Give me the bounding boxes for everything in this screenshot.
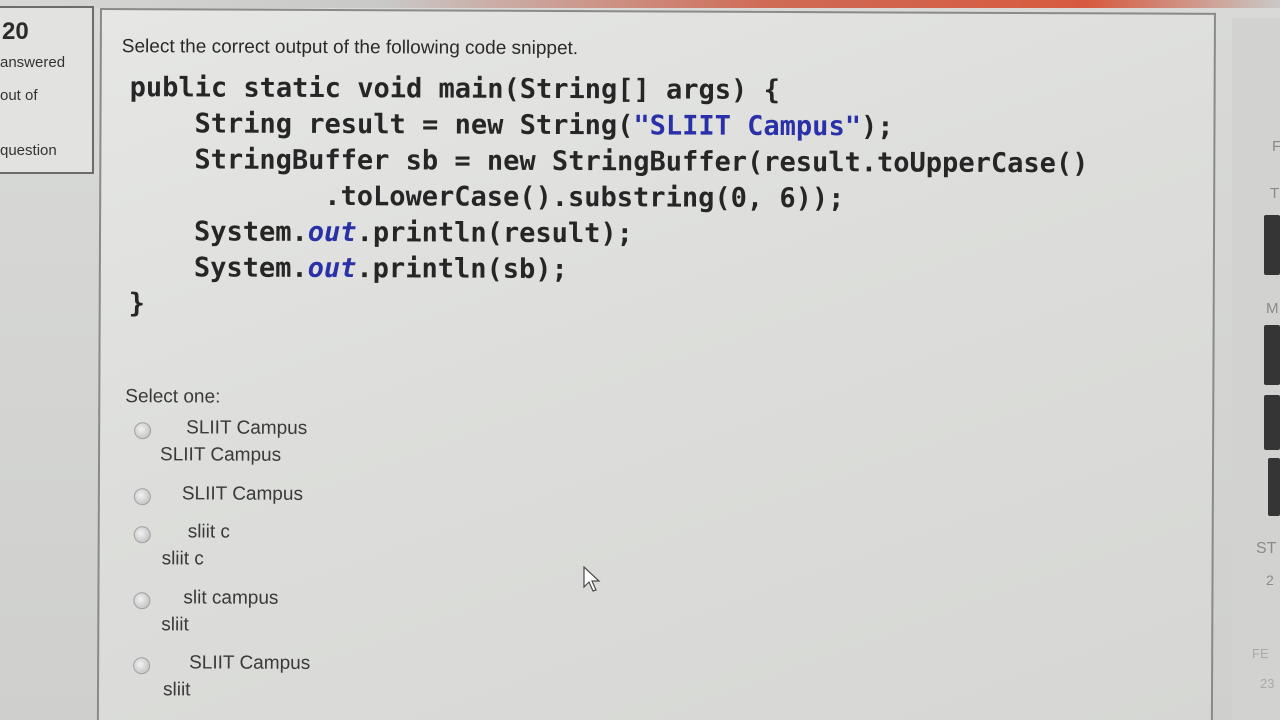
status-answered: answered: [0, 54, 66, 71]
code-line-3: StringBuffer sb = new StringBuffer(resul…: [129, 144, 1089, 180]
option-4-line-1: slit campus: [183, 587, 279, 609]
radio-unselected-icon[interactable]: [133, 488, 151, 506]
code-snippet: public static void main(String[] args) {…: [129, 70, 1089, 326]
code-line-6: System.out.println(sb);: [128, 252, 568, 286]
code-line-7: }: [128, 288, 146, 320]
right-fragment-6: 2: [1266, 572, 1274, 588]
radio-unselected-icon[interactable]: [133, 526, 151, 544]
code-line-4: .toLowerCase().substring(0, 6));: [129, 180, 845, 215]
option-3-line-1: sliit c: [187, 521, 230, 543]
right-nav-block-4[interactable]: [1268, 458, 1280, 516]
radio-unselected-icon[interactable]: [133, 657, 151, 675]
option-2-line-1: SLIIT Campus: [181, 483, 304, 505]
right-nav-block-3[interactable]: [1264, 395, 1280, 450]
right-fragment-1: F: [1272, 138, 1280, 155]
right-fragment-7: FE: [1252, 646, 1269, 661]
radio-unselected-icon[interactable]: [134, 422, 152, 440]
option-3-line-2: sliit c: [161, 548, 204, 570]
question-number: 20: [2, 18, 29, 45]
flag-question[interactable]: question: [0, 142, 57, 159]
select-one-label: Select one:: [125, 386, 221, 408]
question-info-panel: 20 answered out of question: [0, 6, 94, 174]
radio-unselected-icon[interactable]: [133, 592, 151, 610]
answer-option-1[interactable]: SLIIT Campus SLIIT Campus: [130, 417, 530, 472]
option-4-line-2: sliit: [161, 614, 189, 636]
top-accent-strip: [0, 0, 1280, 8]
right-fragment-5: ST: [1256, 540, 1277, 557]
option-5-line-1: SLIIT Campus: [189, 652, 311, 674]
right-nav-block-2[interactable]: [1264, 325, 1280, 385]
quiz-page: 20 answered out of question Select the c…: [0, 0, 1280, 720]
question-prompt: Select the correct output of the followi…: [121, 36, 579, 60]
answer-option-3[interactable]: sliit c sliit c: [130, 521, 530, 576]
right-fragment-2: T: [1270, 185, 1280, 202]
right-nav-block-1[interactable]: [1264, 215, 1280, 275]
mouse-pointer-icon: [583, 566, 601, 592]
answer-option-5[interactable]: SLIIT Campus sliit: [129, 652, 529, 707]
code-line-5: System.out.println(result);: [128, 216, 634, 250]
option-1-line-1: SLIIT Campus: [186, 417, 308, 439]
question-panel: Select the correct output of the followi…: [96, 8, 1216, 720]
code-line-2: String result = new String("SLIIT Campus…: [129, 108, 894, 143]
right-fragment-8: 23: [1260, 676, 1275, 691]
answer-option-4[interactable]: slit campus sliit: [129, 587, 529, 642]
option-5-line-2: sliit: [162, 679, 191, 701]
option-1-line-2: SLIIT Campus: [160, 444, 282, 466]
marks-out-of: out of: [0, 87, 38, 104]
right-fragment-3: M: [1266, 300, 1279, 317]
code-line-1: public static void main(String[] args) {: [129, 72, 780, 106]
